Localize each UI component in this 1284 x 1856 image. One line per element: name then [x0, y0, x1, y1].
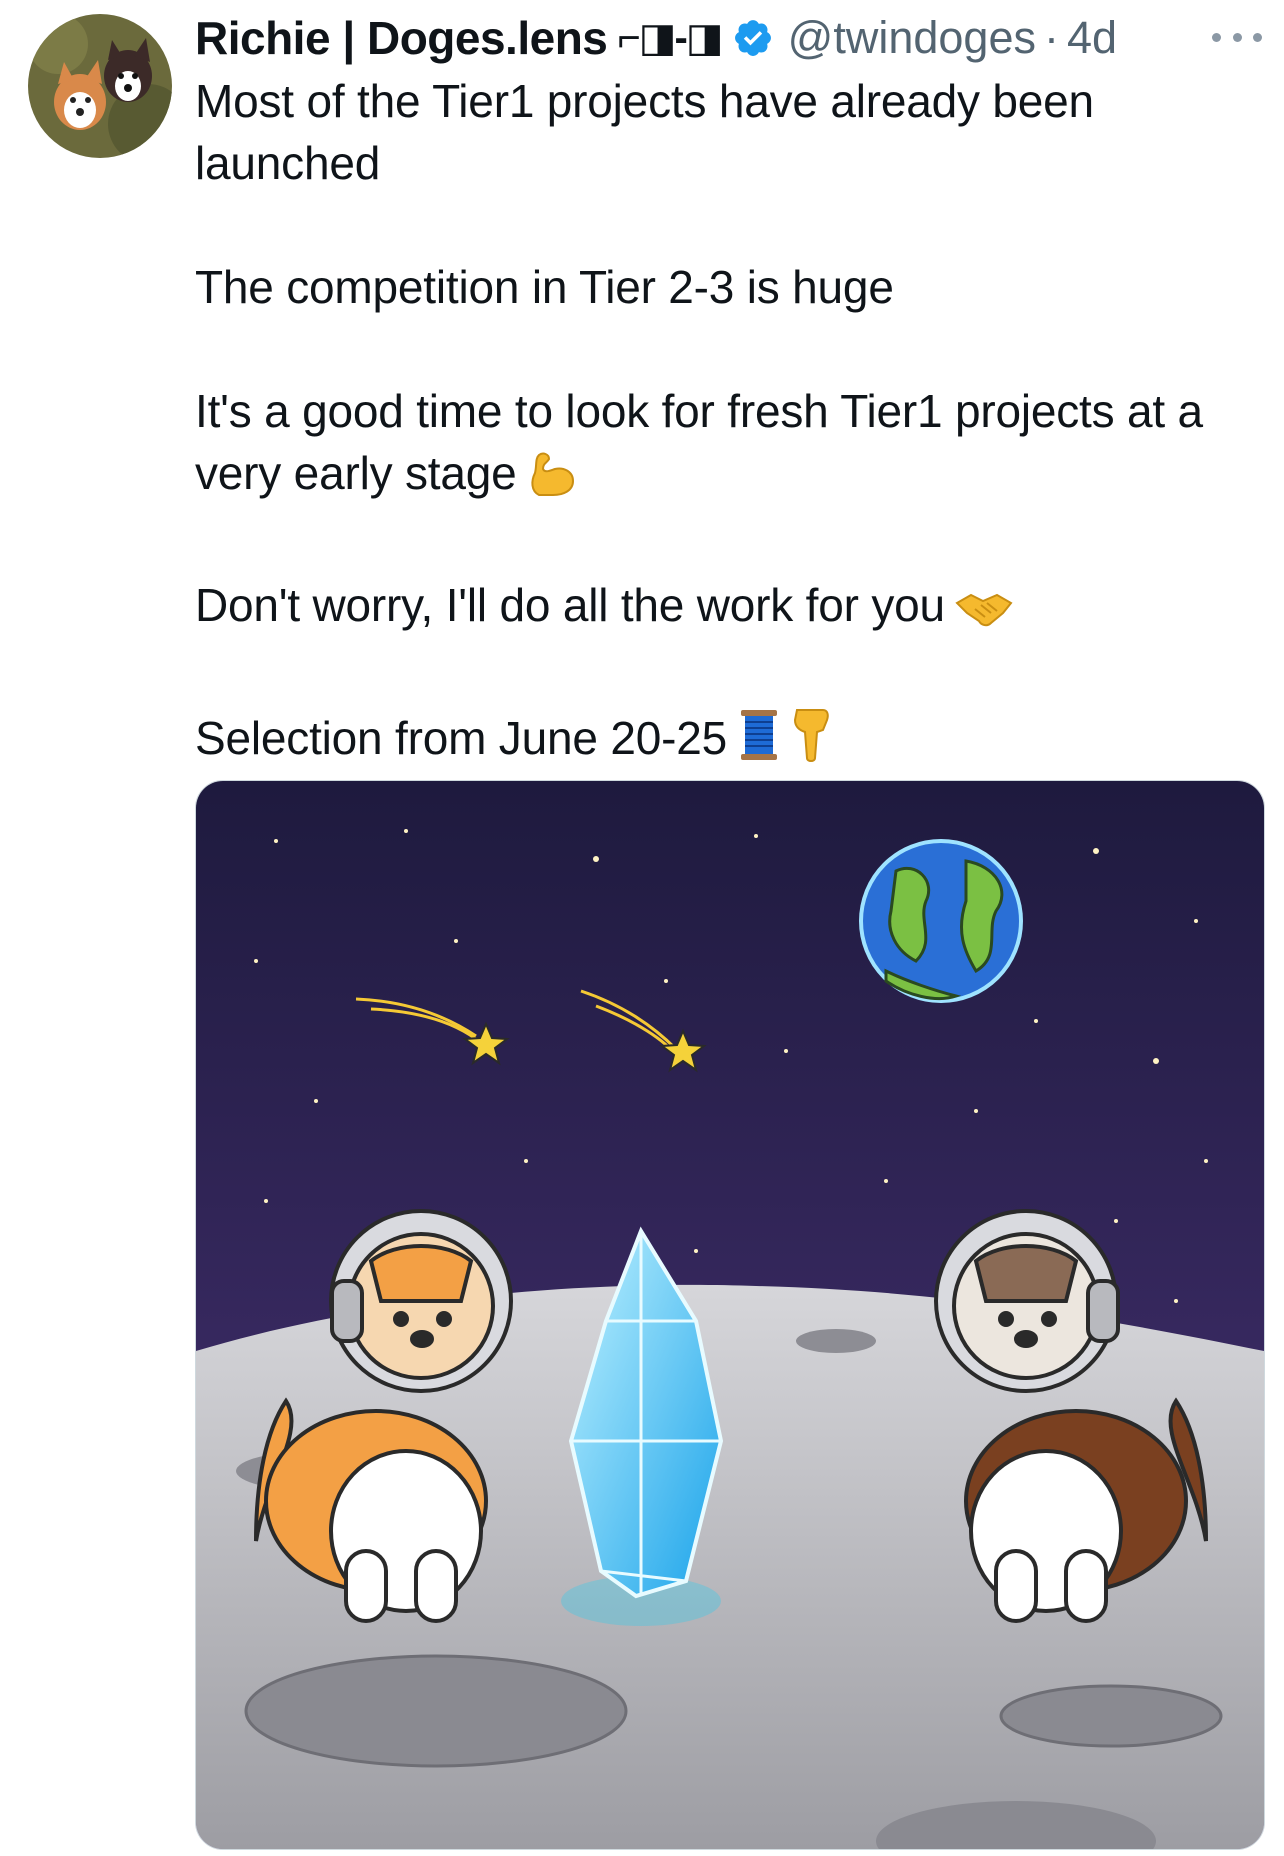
author-avatar[interactable] [28, 14, 172, 158]
tweet-paragraph: Selection from June 20-25 [195, 706, 1255, 777]
tweet-paragraph: Most of the Tier1 projects have already … [195, 70, 1255, 194]
paragraph-text: Don't worry, I'll do all the work for yo… [195, 579, 945, 631]
pointing-down-icon [791, 706, 831, 777]
tweet[interactable]: Richie | Doges.lens ⌐◨-◨ @twindoges · 4d… [0, 0, 1284, 1856]
paragraph-text: Selection from June 20-25 [195, 712, 727, 764]
paragraph-text: Most of the Tier1 projects have already … [195, 75, 1094, 189]
tweet-paragraph: It's a good time to look for fresh Tier1… [195, 380, 1255, 512]
more-options-icon[interactable] [1212, 22, 1262, 52]
space-corgis-illustration-icon [196, 781, 1264, 1849]
tweet-paragraph: Don't worry, I'll do all the work for yo… [195, 574, 1255, 644]
paragraph-text: It's a good time to look for fresh Tier1… [195, 385, 1203, 499]
handshake-icon [955, 582, 1013, 644]
separator-dot: · [1043, 12, 1059, 63]
paragraph-text: The competition in Tier 2-3 is huge [195, 261, 894, 313]
thread-spool-icon [737, 708, 781, 777]
tweet-paragraph: The competition in Tier 2-3 is huge [195, 256, 1255, 318]
author-display-name[interactable]: Richie | Doges.lens [195, 11, 608, 65]
tweet-image[interactable] [195, 780, 1265, 1850]
tweet-text: Most of the Tier1 projects have already … [195, 70, 1255, 777]
corgi-avatar-icon [28, 14, 172, 158]
author-handle[interactable]: @twindoges [788, 12, 1036, 64]
verified-badge-icon[interactable] [732, 17, 774, 59]
tweet-header: Richie | Doges.lens ⌐◨-◨ @twindoges · 4d [195, 8, 1264, 68]
tweet-timestamp[interactable]: 4d [1067, 12, 1117, 64]
flexed-biceps-icon [527, 450, 577, 512]
name-decoration: ⌐◨-◨ [617, 16, 723, 60]
